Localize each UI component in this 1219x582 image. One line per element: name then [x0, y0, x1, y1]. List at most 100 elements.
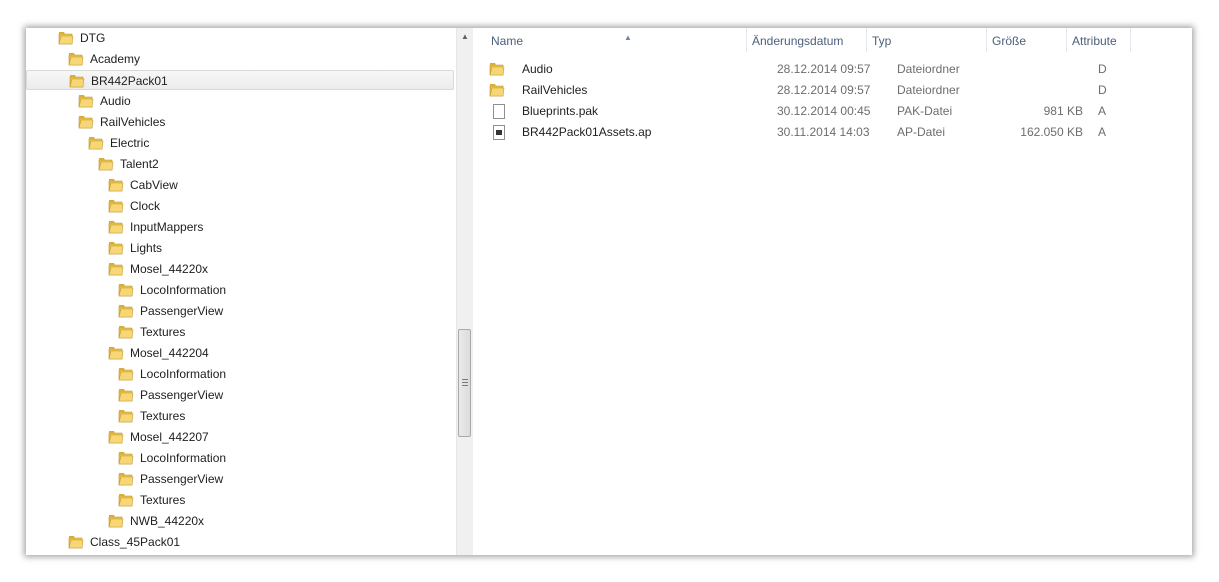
file-date: 30.11.2014 14:03	[777, 125, 870, 139]
folder-icon	[78, 94, 94, 108]
file-row[interactable]: Blueprints.pak 30.12.2014 00:45 PAK-Datei 9…	[489, 101, 1129, 122]
file-type: Dateiordner	[897, 83, 960, 97]
tree-item[interactable]: RailVehicles	[78, 112, 378, 132]
file-size: 162.050 KB	[1020, 125, 1083, 139]
column-header-date[interactable]: Änderungsdatum	[747, 28, 867, 52]
tree-item[interactable]: Textures	[118, 490, 418, 510]
tree-item[interactable]: Textures	[118, 322, 418, 342]
tree-item[interactable]: NWB_44220x	[108, 511, 408, 531]
tree-item[interactable]: Class_45Pack01	[68, 532, 368, 552]
file-date: 28.12.2014 09:57	[777, 83, 871, 97]
folder-icon	[108, 430, 124, 444]
folder-icon	[98, 157, 114, 171]
file-attributes: D	[1098, 62, 1107, 76]
tree-item[interactable]: LocoInformation	[118, 448, 418, 468]
column-header-date-label: Änderungsdatum	[752, 34, 844, 48]
column-header-size[interactable]: Größe	[987, 28, 1067, 52]
tree-item[interactable]: Electric	[88, 133, 388, 153]
folder-icon	[78, 115, 94, 129]
tree-item-label: Mosel_442207	[130, 430, 209, 444]
tree-item-label: LocoInformation	[140, 367, 227, 381]
folder-icon	[118, 325, 134, 339]
tree-item[interactable]: CabView	[108, 175, 408, 195]
tree-item-label: Audio	[100, 94, 131, 108]
tree-item-label: Lights	[130, 241, 163, 255]
tree-item[interactable]: Audio	[78, 91, 378, 111]
folder-icon	[118, 493, 134, 507]
tree-item[interactable]: Talent2	[98, 154, 398, 174]
tree-item-label: Electric	[110, 136, 150, 150]
column-header-attributes[interactable]: Attribute	[1067, 28, 1131, 52]
file-date: 30.12.2014 00:45	[777, 104, 871, 118]
folder-icon	[69, 74, 85, 88]
tree-item[interactable]: Mosel_442204	[108, 343, 408, 363]
tree-item[interactable]: Mosel_44220x	[108, 259, 408, 279]
tree-item[interactable]: PassengerView	[118, 469, 418, 489]
tree-item-label: Textures	[140, 325, 186, 339]
folder-icon	[108, 241, 124, 255]
folder-icon	[118, 409, 134, 423]
tree-item-label: Textures	[140, 409, 186, 423]
file-type: AP-Datei	[897, 125, 946, 139]
column-header-size-label: Größe	[992, 34, 1027, 48]
file-attributes: A	[1098, 104, 1107, 118]
column-header-type-label: Typ	[872, 34, 892, 48]
folder-icon	[118, 304, 134, 318]
folder-icon	[489, 62, 505, 76]
folder-icon	[68, 52, 84, 66]
tree-item[interactable]: DTG	[58, 28, 358, 48]
file-type: Dateiordner	[897, 62, 960, 76]
folder-icon	[118, 367, 134, 381]
tree-item[interactable]: PassengerView	[118, 385, 418, 405]
file-row[interactable]: RailVehicles 28.12.2014 09:57 Dateiordner D	[489, 80, 1129, 101]
folder-icon	[108, 346, 124, 360]
sort-ascending-icon: ▲	[624, 33, 632, 42]
column-header-row: Name ▲ Änderungsdatum Typ Größe Attribut…	[473, 28, 1192, 52]
folder-icon	[118, 451, 134, 465]
tree-item[interactable]: Lights	[108, 238, 408, 258]
file-name: RailVehicles	[522, 83, 588, 97]
file-name: Audio	[522, 62, 553, 76]
tree-item-label: CabView	[130, 178, 178, 192]
tree-item[interactable]: BR442Pack01	[26, 70, 454, 90]
file-icon	[493, 104, 505, 119]
folder-icon	[58, 31, 74, 45]
tree-item[interactable]: LocoInformation	[118, 364, 418, 384]
file-name: Blueprints.pak	[522, 104, 599, 118]
folder-icon	[108, 220, 124, 234]
column-header-name[interactable]: Name ▲	[486, 28, 747, 52]
tree-item[interactable]: LocoInformation	[118, 280, 418, 300]
folder-icon	[118, 388, 134, 402]
tree-item[interactable]: PassengerView	[118, 301, 418, 321]
tree-item-label: PassengerView	[140, 472, 224, 486]
nav-scrollbar[interactable]: ▲	[456, 28, 474, 555]
tree-item-label: RailVehicles	[100, 115, 166, 129]
tree-item-label: BR442Pack01	[91, 74, 168, 88]
tree-item[interactable]: Mosel_442207	[108, 427, 408, 447]
folder-icon	[108, 178, 124, 192]
tree-item-label: NWB_44220x	[130, 514, 205, 528]
file-row[interactable]: BR442Pack01Assets.ap 30.11.2014 14:03 AP-D…	[489, 122, 1129, 143]
tree-item-label: InputMappers	[130, 220, 204, 234]
scroll-up-arrow-icon[interactable]: ▲	[457, 28, 473, 45]
column-header-attributes-label: Attribute	[1072, 34, 1117, 48]
tree-item-label: LocoInformation	[140, 451, 227, 465]
tree-item[interactable]: Clock	[108, 196, 408, 216]
tree-item-label: Mosel_44220x	[130, 262, 209, 276]
column-header-name-label: Name	[491, 34, 524, 48]
tree-item[interactable]: Textures	[118, 406, 418, 426]
tree-item[interactable]: Academy	[68, 49, 368, 69]
folder-icon	[88, 136, 104, 150]
folder-icon	[108, 514, 124, 528]
scroll-thumb[interactable]	[458, 329, 471, 437]
tree-item[interactable]: InputMappers	[108, 217, 408, 237]
column-header-type[interactable]: Typ	[867, 28, 987, 52]
file-row[interactable]: Audio 28.12.2014 09:57 Dateiordner D	[489, 59, 1129, 80]
file-type: PAK-Datei	[897, 104, 953, 118]
file-date: 28.12.2014 09:57	[777, 62, 871, 76]
archive-file-icon	[493, 125, 505, 140]
file-name: BR442Pack01Assets.ap	[522, 125, 652, 139]
file-attributes: D	[1098, 83, 1107, 97]
folder-icon	[118, 283, 134, 297]
explorer-window: DTG Academy BR442Pack01 Audio RailVehicles El…	[26, 28, 1192, 555]
